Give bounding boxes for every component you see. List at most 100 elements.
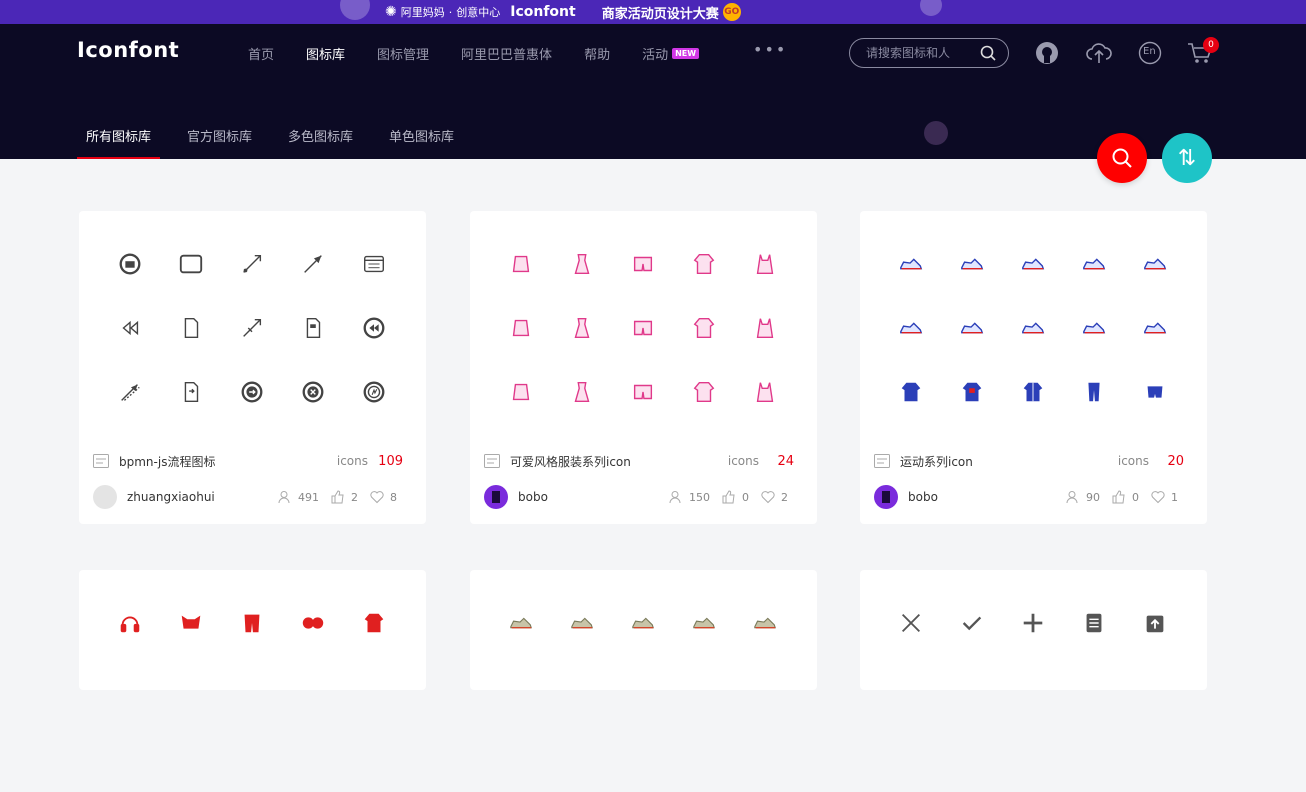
author-name[interactable]: bobo — [518, 490, 548, 504]
like-icon[interactable] — [331, 490, 345, 504]
preview-icon[interactable] — [1019, 314, 1047, 342]
preview-icon[interactable] — [958, 314, 986, 342]
banner-go-button[interactable]: GO — [722, 3, 741, 21]
preview-icon[interactable] — [690, 609, 718, 637]
preview-icon[interactable] — [507, 314, 535, 342]
preview-icon[interactable] — [299, 609, 327, 637]
preview-icon[interactable] — [1141, 314, 1169, 342]
github-icon[interactable] — [1034, 40, 1060, 66]
preview-icon[interactable] — [116, 609, 144, 637]
upload-cloud-icon[interactable] — [1086, 40, 1112, 66]
preview-icon[interactable] — [360, 609, 388, 637]
preview-icon[interactable] — [360, 250, 388, 278]
nav-font[interactable]: 阿里巴巴普惠体 — [461, 44, 552, 63]
preview-icon[interactable] — [897, 314, 925, 342]
preview-icon[interactable] — [238, 378, 266, 406]
preview-icon[interactable] — [958, 378, 986, 406]
preview-icon[interactable] — [1141, 609, 1169, 637]
favorite-icon[interactable] — [1151, 490, 1165, 504]
preview-icon[interactable] — [360, 314, 388, 342]
preview-icon[interactable] — [1080, 314, 1108, 342]
author-name[interactable]: bobo — [908, 490, 938, 504]
avatar[interactable] — [93, 485, 117, 509]
preview-icon[interactable] — [299, 250, 327, 278]
preview-icon[interactable] — [1019, 609, 1047, 637]
preview-icon[interactable] — [568, 314, 596, 342]
preview-icon[interactable] — [751, 314, 779, 342]
tab-official[interactable]: 官方图标库 — [178, 126, 261, 159]
icon-library-card[interactable] — [470, 570, 817, 690]
preview-icon[interactable] — [360, 378, 388, 406]
preview-icon[interactable] — [897, 250, 925, 278]
preview-icon[interactable] — [751, 250, 779, 278]
preview-icon[interactable] — [177, 378, 205, 406]
preview-icon[interactable] — [177, 609, 205, 637]
preview-icon[interactable] — [1019, 378, 1047, 406]
preview-icon[interactable] — [116, 314, 144, 342]
preview-icon[interactable] — [507, 378, 535, 406]
favorite-icon[interactable] — [761, 490, 775, 504]
icon-library-card[interactable] — [79, 570, 426, 690]
icon-library-card[interactable]: bpmn-js流程图标 icons 109 zhuangxiaohui 491 2 8 — [79, 211, 426, 524]
preview-icon[interactable] — [299, 378, 327, 406]
like-icon[interactable] — [722, 490, 736, 504]
preview-icon[interactable] — [238, 314, 266, 342]
preview-icon[interactable] — [568, 250, 596, 278]
icon-library-card[interactable] — [860, 570, 1207, 690]
preview-icon[interactable] — [690, 378, 718, 406]
avatar[interactable] — [484, 485, 508, 509]
preview-icon[interactable] — [1019, 250, 1047, 278]
tab-monochrome[interactable]: 单色图标库 — [380, 126, 463, 159]
sort-fab-button[interactable]: ⇅ — [1162, 133, 1212, 183]
more-menu-button[interactable]: ••• — [753, 40, 787, 59]
tab-all[interactable]: 所有图标库 — [77, 126, 161, 159]
preview-icon[interactable] — [177, 250, 205, 278]
preview-icon[interactable] — [1080, 250, 1108, 278]
preview-icon[interactable] — [958, 609, 986, 637]
preview-icon[interactable] — [116, 250, 144, 278]
preview-icon[interactable] — [116, 378, 144, 406]
followers-icon[interactable] — [278, 490, 292, 504]
card-title[interactable]: 运动系列icon — [900, 453, 973, 470]
preview-icon[interactable] — [690, 250, 718, 278]
preview-icon[interactable] — [751, 609, 779, 637]
language-icon[interactable]: En — [1137, 40, 1163, 66]
preview-icon[interactable] — [629, 609, 657, 637]
preview-icon[interactable] — [1080, 609, 1108, 637]
icon-library-card[interactable]: 可爱风格服装系列icon icons 24 bobo 150 0 2 — [470, 211, 817, 524]
preview-icon[interactable] — [1141, 250, 1169, 278]
card-title[interactable]: bpmn-js流程图标 — [119, 453, 215, 470]
icon-library-card[interactable]: 运动系列icon icons 20 bobo 90 0 1 — [860, 211, 1207, 524]
preview-icon[interactable] — [568, 378, 596, 406]
preview-icon[interactable] — [897, 609, 925, 637]
preview-icon[interactable] — [958, 250, 986, 278]
preview-icon[interactable] — [507, 609, 535, 637]
followers-icon[interactable] — [669, 490, 683, 504]
nav-activity[interactable]: 活动 NEW — [642, 44, 700, 63]
tab-multicolor[interactable]: 多色图标库 — [279, 126, 362, 159]
preview-icon[interactable] — [177, 314, 205, 342]
preview-icon[interactable] — [1080, 378, 1108, 406]
nav-icon-manage[interactable]: 图标管理 — [377, 44, 429, 63]
like-icon[interactable] — [1112, 490, 1126, 504]
author-name[interactable]: zhuangxiaohui — [127, 490, 215, 504]
card-title[interactable]: 可爱风格服装系列icon — [510, 453, 631, 470]
site-logo[interactable]: Iconfont — [77, 38, 179, 62]
preview-icon[interactable] — [238, 609, 266, 637]
preview-icon[interactable] — [690, 314, 718, 342]
preview-icon[interactable] — [238, 250, 266, 278]
nav-icon-library[interactable]: 图标库 — [306, 44, 345, 63]
promo-banner[interactable]: ✺ 阿里妈妈 · 创意中心 Iconfont 商家活动页设计大赛 GO — [0, 0, 1306, 24]
preview-icon[interactable] — [1141, 378, 1169, 406]
preview-icon[interactable] — [568, 609, 596, 637]
followers-icon[interactable] — [1066, 490, 1080, 504]
preview-icon[interactable] — [629, 250, 657, 278]
preview-icon[interactable] — [751, 378, 779, 406]
search-fab-button[interactable] — [1097, 133, 1147, 183]
preview-icon[interactable] — [299, 314, 327, 342]
search-input[interactable] — [866, 45, 976, 61]
search-icon[interactable] — [980, 45, 996, 65]
preview-icon[interactable] — [629, 378, 657, 406]
avatar[interactable] — [874, 485, 898, 509]
nav-help[interactable]: 帮助 — [584, 44, 610, 63]
